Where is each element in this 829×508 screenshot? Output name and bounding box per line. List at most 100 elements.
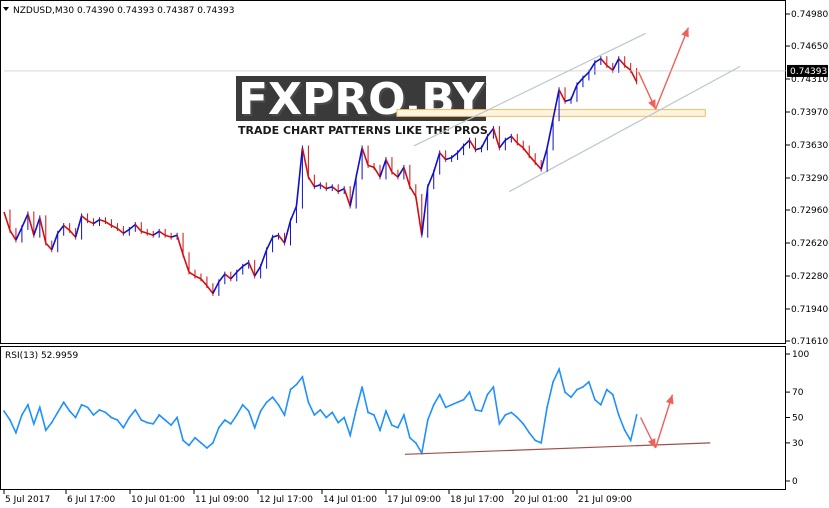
rsi-point — [122, 426, 125, 429]
time-axis-label: 14 Jul 01:00 — [323, 495, 377, 505]
time-axis-label: 21 Jul 09:00 — [578, 495, 632, 505]
price-candle — [427, 171, 435, 188]
rsi-point — [74, 416, 77, 419]
price-candle — [21, 213, 29, 228]
rsi-point — [307, 401, 310, 404]
price-axis-label: 0.73290 — [791, 174, 828, 184]
price-candle — [200, 278, 208, 287]
rsi-point — [486, 393, 489, 396]
rsi-point — [170, 424, 173, 427]
price-candle — [170, 234, 178, 238]
price-axis-label: 0.73970 — [791, 108, 828, 118]
rsi-axis-label: 0 — [792, 477, 798, 487]
rsi-point — [241, 403, 244, 406]
price-candle — [451, 152, 459, 159]
channel-lower-line[interactable] — [509, 65, 741, 193]
price-candle — [63, 224, 71, 232]
price-candle — [57, 225, 65, 234]
price-candle — [510, 135, 518, 144]
rsi-line — [3, 366, 638, 456]
rsi-axis-label: 50 — [792, 414, 804, 424]
price-axis-label: 0.73630 — [791, 141, 828, 151]
price-candle — [534, 161, 542, 170]
rsi-point — [605, 388, 608, 391]
rsi-point — [593, 398, 596, 401]
rsi-point — [86, 406, 89, 409]
rsi-point — [3, 410, 5, 413]
price-candle — [259, 249, 268, 267]
price-candle — [403, 167, 411, 187]
time-axis-label: 20 Jul 01:00 — [514, 495, 568, 505]
rsi-point — [438, 393, 441, 396]
price-candle — [456, 145, 465, 154]
rsi-point — [253, 426, 256, 429]
price-candle — [81, 215, 89, 222]
rsi-point — [570, 396, 572, 399]
time-axis-label: 5 Jul 2017 — [5, 495, 50, 505]
rsi-point — [629, 439, 632, 442]
rsi-point — [26, 403, 29, 406]
rsi-axis: 100 70 50 30 0 — [786, 350, 809, 487]
rsi-point — [552, 381, 554, 383]
rsi-point — [110, 416, 113, 419]
rsi-trendline[interactable] — [404, 442, 711, 455]
dropdown-triangle-icon[interactable] — [3, 7, 9, 11]
price-candle — [27, 213, 35, 236]
price-candle — [331, 186, 339, 193]
price-candle — [307, 176, 316, 188]
rsi-point — [480, 410, 483, 413]
price-candle — [618, 58, 626, 66]
price-candle — [230, 271, 238, 280]
price-candle — [373, 166, 381, 178]
price-candle — [564, 98, 572, 103]
rsi-point — [289, 388, 292, 391]
price-candle — [188, 271, 196, 277]
price-candle — [164, 234, 172, 238]
price-candle — [87, 219, 94, 225]
price-candle — [105, 220, 112, 227]
rsi-point — [277, 403, 280, 406]
rsi-panel-frame — [0, 346, 786, 490]
price-candle — [576, 77, 584, 86]
rsi-point — [516, 416, 519, 419]
price-candle — [319, 184, 327, 190]
rsi-point — [68, 410, 71, 413]
price-candle — [582, 71, 590, 79]
rsi-plot — [3, 366, 711, 456]
rsi-point — [140, 419, 143, 421]
rsi-point — [349, 434, 352, 437]
price-candle — [265, 236, 274, 251]
price-candle — [111, 224, 118, 230]
price-candle — [516, 142, 524, 149]
rsi-point — [414, 442, 417, 444]
time-axis-label: 18 Jul 17:00 — [450, 495, 504, 505]
price-candle — [122, 228, 130, 234]
price-candle — [385, 159, 393, 173]
rsi-point — [223, 419, 226, 421]
price-axis-label: 0.74650 — [791, 42, 828, 52]
price-candle — [15, 227, 23, 241]
price-candle — [3, 211, 11, 231]
rsi-point — [582, 386, 584, 388]
time-axis-label: 6 Jul 17:00 — [67, 495, 116, 505]
rsi-title: RSI(13) 52.9959 — [5, 351, 78, 361]
price-candle — [367, 164, 375, 169]
rsi-point — [558, 368, 560, 371]
price-axis-label: 0.71940 — [791, 305, 828, 315]
rsi-point — [80, 403, 83, 406]
rsi-point — [576, 388, 578, 391]
rsi-point — [564, 391, 566, 393]
rsi-point — [617, 414, 620, 416]
price-candle — [546, 118, 554, 149]
rsi-point — [152, 422, 155, 425]
rsi-point — [391, 424, 393, 427]
rsi-point — [38, 406, 41, 409]
price-candle — [415, 196, 423, 236]
rsi-point — [104, 411, 107, 414]
price-candle — [74, 215, 83, 238]
rsi-point — [134, 408, 137, 411]
price-candle — [218, 273, 226, 283]
price-candle — [152, 230, 160, 236]
price-candle — [606, 64, 614, 71]
price-candle — [206, 285, 214, 294]
